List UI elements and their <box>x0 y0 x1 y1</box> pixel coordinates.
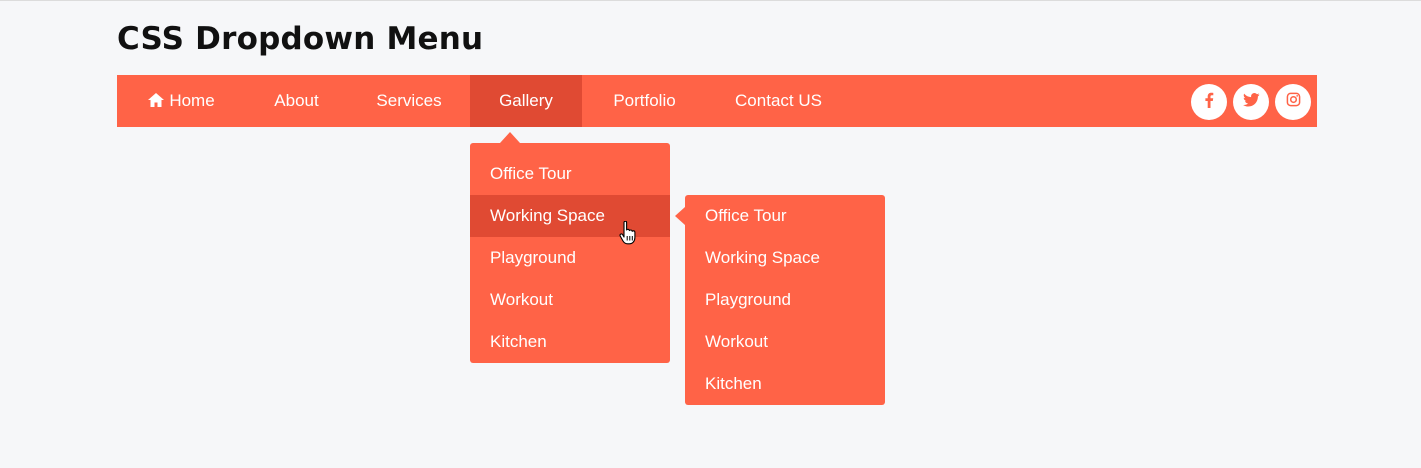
facebook-icon <box>1204 92 1214 113</box>
hand-cursor-icon <box>619 220 637 250</box>
nav-item-about[interactable]: About <box>245 75 348 127</box>
submenu-caret <box>675 207 685 225</box>
submenu-item-office-tour[interactable]: Office Tour <box>685 205 885 247</box>
dropdown-caret <box>500 132 520 143</box>
twitter-icon <box>1242 92 1260 112</box>
gallery-dropdown: Office Tour Working Space Playground Wor… <box>470 143 670 363</box>
nav-item-label: Services <box>376 91 442 110</box>
submenu-item-kitchen[interactable]: Kitchen <box>685 373 885 415</box>
submenu-item-workout[interactable]: Workout <box>685 331 885 373</box>
nav-item-label: About <box>274 91 319 110</box>
nav-item-label: Portfolio <box>613 91 676 110</box>
instagram-icon <box>1286 92 1301 112</box>
home-icon <box>147 77 165 129</box>
working-space-submenu: Office Tour Working Space Playground Wor… <box>685 195 885 405</box>
dropdown-item-playground[interactable]: Playground <box>470 237 670 279</box>
dropdown-item-workout[interactable]: Workout <box>470 279 670 321</box>
nav-item-services[interactable]: Services <box>348 75 470 127</box>
submenu-item-working-space[interactable]: Working Space <box>685 247 885 289</box>
nav-item-label: Contact US <box>735 91 822 110</box>
nav-item-label: Home <box>169 91 215 110</box>
instagram-button[interactable] <box>1275 84 1311 120</box>
nav-item-contact[interactable]: Contact US <box>707 75 850 127</box>
nav-item-label: Gallery <box>499 91 553 110</box>
page-title: CSS Dropdown Menu <box>117 21 484 57</box>
twitter-button[interactable] <box>1233 84 1269 120</box>
nav-item-portfolio[interactable]: Portfolio <box>582 75 707 127</box>
nav-item-home[interactable]: Home <box>117 75 245 127</box>
dropdown-item-kitchen[interactable]: Kitchen <box>470 321 670 363</box>
submenu-item-playground[interactable]: Playground <box>685 289 885 331</box>
dropdown-item-office-tour[interactable]: Office Tour <box>470 153 670 195</box>
dropdown-item-working-space[interactable]: Working Space <box>470 195 670 237</box>
main-navbar: Home About Services Gallery Portfolio Co… <box>117 75 1317 127</box>
facebook-button[interactable] <box>1191 84 1227 120</box>
nav-item-gallery[interactable]: Gallery <box>470 75 582 127</box>
